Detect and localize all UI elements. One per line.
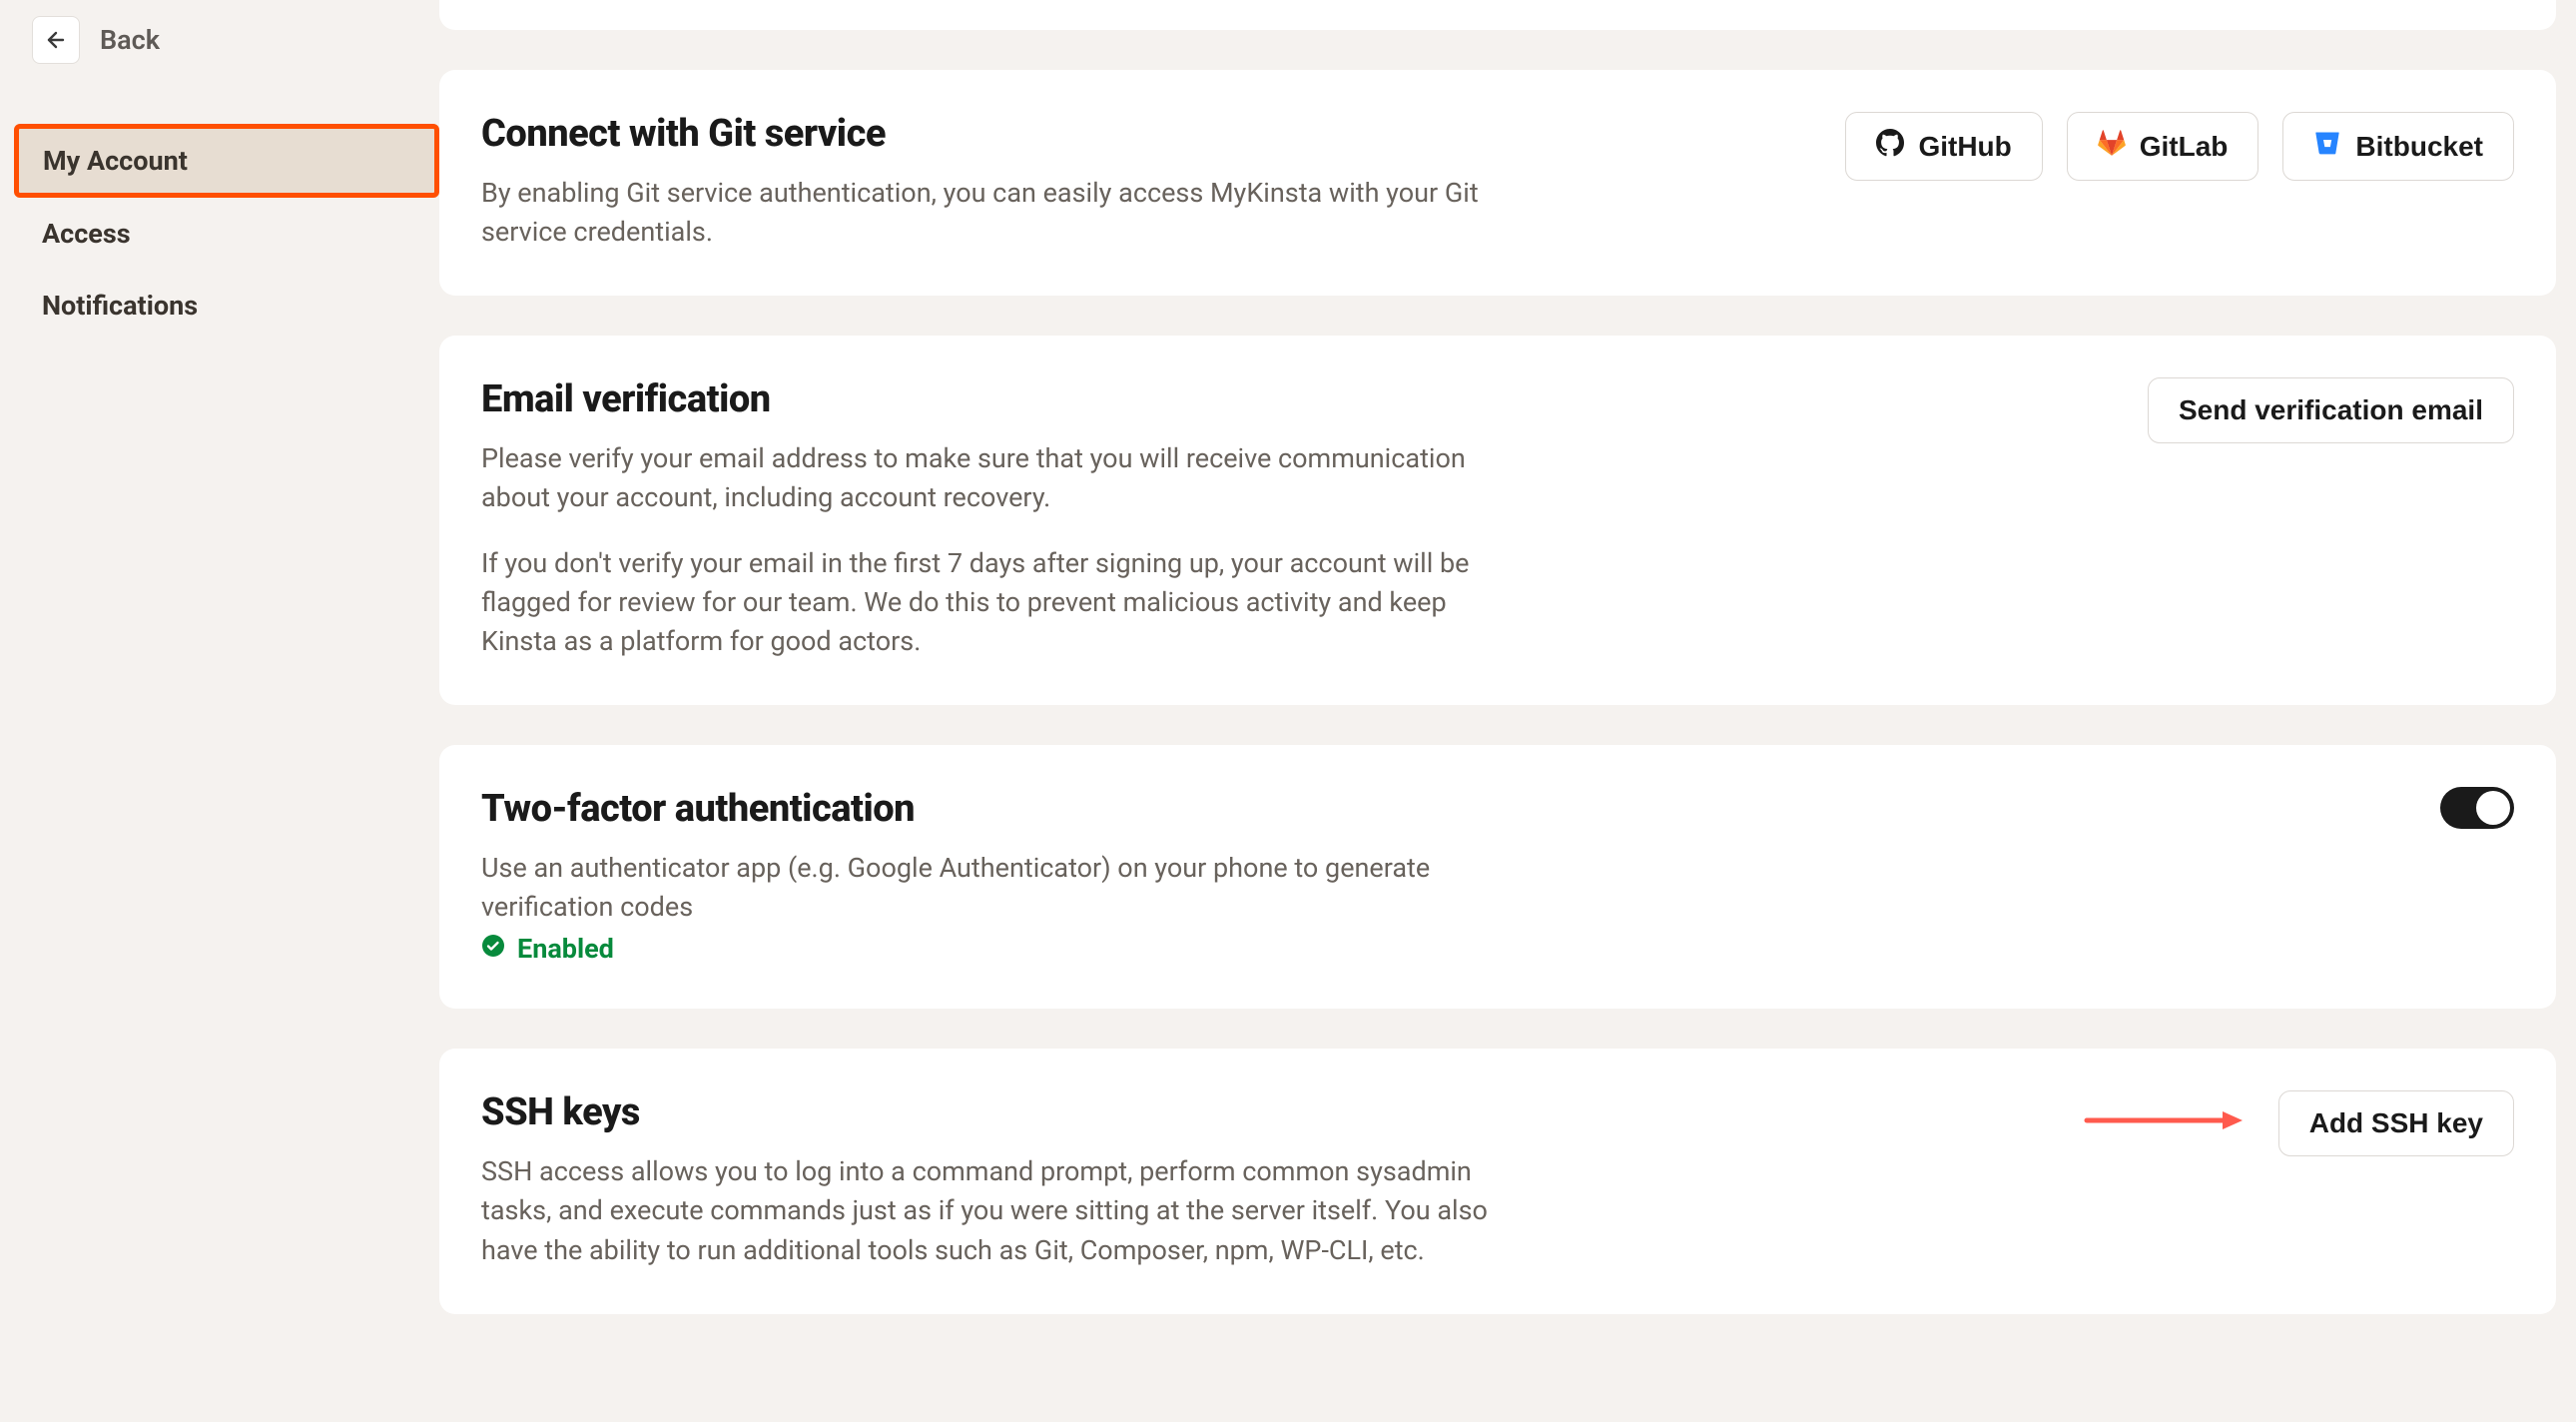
check-circle-icon <box>481 933 505 965</box>
git-title: Connect with Git service <box>481 112 1500 156</box>
twofa-status: Enabled <box>481 933 1500 965</box>
sidebar-item-label: My Account <box>43 145 188 177</box>
github-button[interactable]: GitHub <box>1845 112 2042 181</box>
add-ssh-key-button[interactable]: Add SSH key <box>2278 1090 2514 1156</box>
bitbucket-button[interactable]: Bitbucket <box>2282 112 2514 181</box>
send-verification-email-label: Send verification email <box>2179 394 2483 426</box>
bitbucket-icon <box>2313 129 2341 164</box>
back-button[interactable]: Back <box>32 10 160 70</box>
card-email-verification: Email verification Please verify your em… <box>439 336 2556 705</box>
annotation-arrow-icon <box>2083 1108 2243 1132</box>
sidebar-item-notifications[interactable]: Notifications <box>14 270 439 342</box>
gitlab-button[interactable]: GitLab <box>2067 112 2259 181</box>
back-label: Back <box>100 24 160 56</box>
sidebar-item-label: Notifications <box>42 290 198 322</box>
ssh-desc: SSH access allows you to log into a comm… <box>481 1152 1500 1269</box>
twofa-toggle[interactable] <box>2440 787 2514 829</box>
github-label: GitHub <box>1918 131 2011 163</box>
sidebar-item-my-account[interactable]: My Account <box>14 124 439 198</box>
bitbucket-label: Bitbucket <box>2355 131 2483 163</box>
ssh-title: SSH keys <box>481 1090 1500 1134</box>
arrow-left-icon <box>32 16 80 64</box>
sidebar: Back My Account Access Notifications <box>0 0 439 1422</box>
twofa-title: Two-factor authentication <box>481 787 1500 831</box>
email-title: Email verification <box>481 377 1500 421</box>
toggle-knob <box>2476 791 2510 825</box>
card-git-service: Connect with Git service By enabling Git… <box>439 70 2556 296</box>
send-verification-email-button[interactable]: Send verification email <box>2148 377 2514 443</box>
add-ssh-key-label: Add SSH key <box>2309 1107 2483 1139</box>
card-two-factor: Two-factor authentication Use an authent… <box>439 745 2556 1009</box>
gitlab-icon <box>2098 129 2126 164</box>
github-icon <box>1876 129 1904 164</box>
git-desc: By enabling Git service authentication, … <box>481 174 1500 252</box>
main-content: Connect with Git service By enabling Git… <box>439 0 2576 1422</box>
email-desc-1: Please verify your email address to make… <box>481 439 1500 517</box>
twofa-desc: Use an authenticator app (e.g. Google Au… <box>481 849 1500 927</box>
card-top-sliver <box>439 0 2556 30</box>
twofa-status-label: Enabled <box>517 933 614 965</box>
sidebar-item-label: Access <box>42 218 131 250</box>
email-desc-2: If you don't verify your email in the fi… <box>481 544 1500 661</box>
gitlab-label: GitLab <box>2140 131 2229 163</box>
card-ssh-keys: SSH keys SSH access allows you to log in… <box>439 1049 2556 1313</box>
sidebar-item-access[interactable]: Access <box>14 198 439 270</box>
